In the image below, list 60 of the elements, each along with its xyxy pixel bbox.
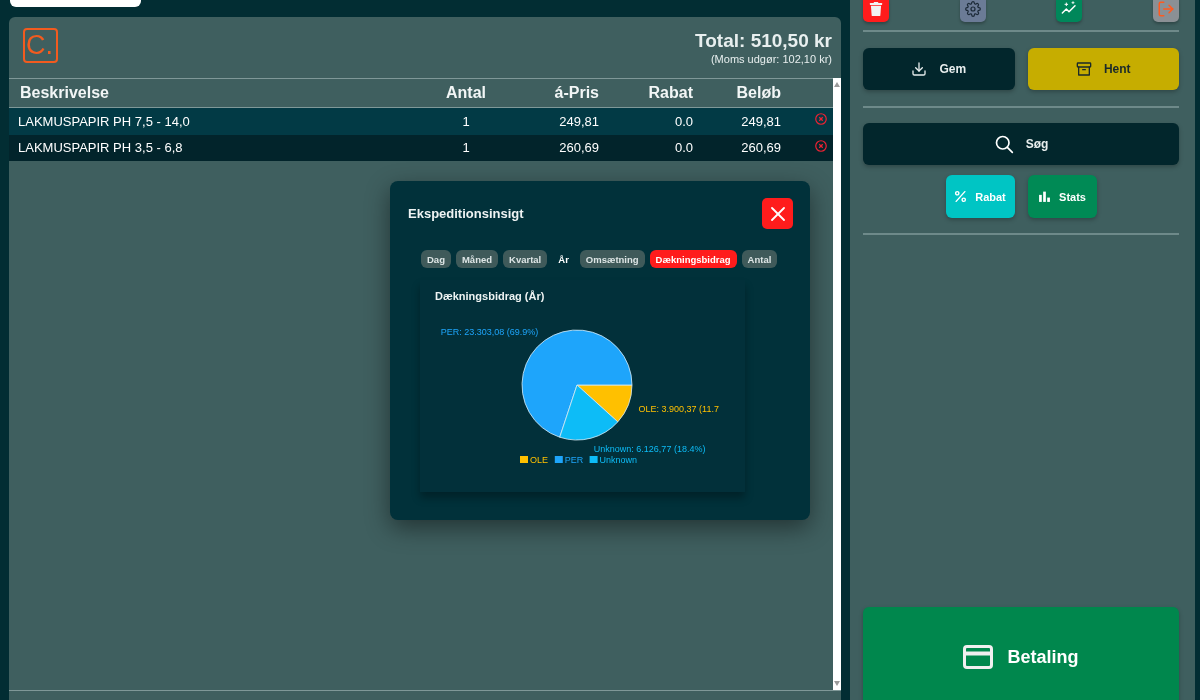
table-cell-text: 0.0: [673, 140, 693, 156]
slice-label: Unknown: 6.126,77 (18.4%): [593, 443, 706, 454]
save-button[interactable]: Gem: [863, 48, 1015, 90]
slice-label: OLE: 3.900,37 (11.7: [638, 403, 719, 414]
column-header: Antal: [445, 84, 487, 102]
close-button[interactable]: [762, 198, 793, 229]
table-cell-text: 260,69: [558, 140, 599, 156]
table-cell-text: 0.0: [673, 113, 693, 129]
column-header: Beløb: [735, 84, 781, 102]
table-cell-text: 1: [461, 113, 471, 129]
table-cell-text: 1: [461, 140, 471, 156]
dialog-title: Ekspeditionsinsigt: [408, 206, 524, 221]
period-tab[interactable]: Dag: [421, 250, 451, 268]
scrollbar[interactable]: [833, 78, 841, 690]
table-cell-text: LAKMUSPAPIR PH 3,5 - 6,8: [18, 140, 184, 156]
table-row[interactable]: LAKMUSPAPIR PH 3,5 - 6,8 1 260,69 0.0 260,69: [9, 134, 833, 161]
trash-icon: [869, 1, 883, 16]
chart-title: Dækningsbidrag (År): [434, 289, 545, 303]
column-header: á-Pris: [553, 84, 599, 102]
slice-label: PER: 23.303,08 (69.9%): [440, 326, 539, 337]
table-cell-text: 249,81: [740, 113, 781, 129]
archive-box-icon: [1075, 61, 1092, 77]
metric-tab[interactable]: Antal: [741, 250, 778, 268]
stats-button[interactable]: Stats: [1027, 175, 1097, 218]
load-button[interactable]: Hent: [1027, 48, 1179, 90]
period-tab[interactable]: Kvartal: [503, 250, 548, 268]
bar-chart-icon: [1038, 190, 1052, 203]
trend-button[interactable]: [1056, 0, 1083, 22]
column-header: Beskrivelse: [19, 84, 110, 102]
logout-icon: [1156, 0, 1175, 18]
legend-label: PER: [564, 455, 584, 465]
settings-button[interactable]: [959, 0, 986, 22]
table-cell-text: 249,81: [558, 113, 599, 129]
trend-line-icon: [1061, 0, 1078, 17]
x-circle-icon[interactable]: [815, 113, 827, 126]
percent-icon: [954, 190, 968, 203]
metric-tab[interactable]: Omsætning: [579, 250, 645, 268]
credit-card-icon: [963, 645, 994, 669]
logout-button[interactable]: [1152, 0, 1179, 22]
input-field[interactable]: [10, 0, 141, 7]
legend-label: Unknown: [599, 455, 638, 465]
search-icon: [993, 134, 1014, 154]
metric-tab[interactable]: Dækningsbidrag: [649, 250, 737, 268]
table-row[interactable]: LAKMUSPAPIR PH 7,5 - 14,0 1 249,81 0.0 249,81: [9, 108, 833, 135]
legend-label: OLE: [530, 455, 548, 465]
column-header: Rabat: [647, 84, 693, 102]
payment-button[interactable]: Betaling: [863, 607, 1179, 700]
x-circle-icon[interactable]: [815, 139, 827, 152]
delete-button[interactable]: [863, 0, 889, 22]
period-tab[interactable]: År: [552, 250, 575, 268]
logo: C.: [23, 28, 58, 63]
table-cell-text: LAKMUSPAPIR PH 7,5 - 14,0: [18, 113, 191, 129]
period-tab[interactable]: Måned: [455, 250, 499, 268]
table-cell-text: 260,69: [740, 140, 781, 156]
close-icon: [770, 206, 785, 221]
download-icon: [911, 61, 928, 77]
vat-note: (Moms udgør: 102,10 kr): [709, 53, 832, 66]
settings-icon: [964, 0, 981, 17]
total-amount: Total: 510,50 kr: [695, 29, 832, 53]
search-button[interactable]: Søg: [863, 123, 1179, 165]
